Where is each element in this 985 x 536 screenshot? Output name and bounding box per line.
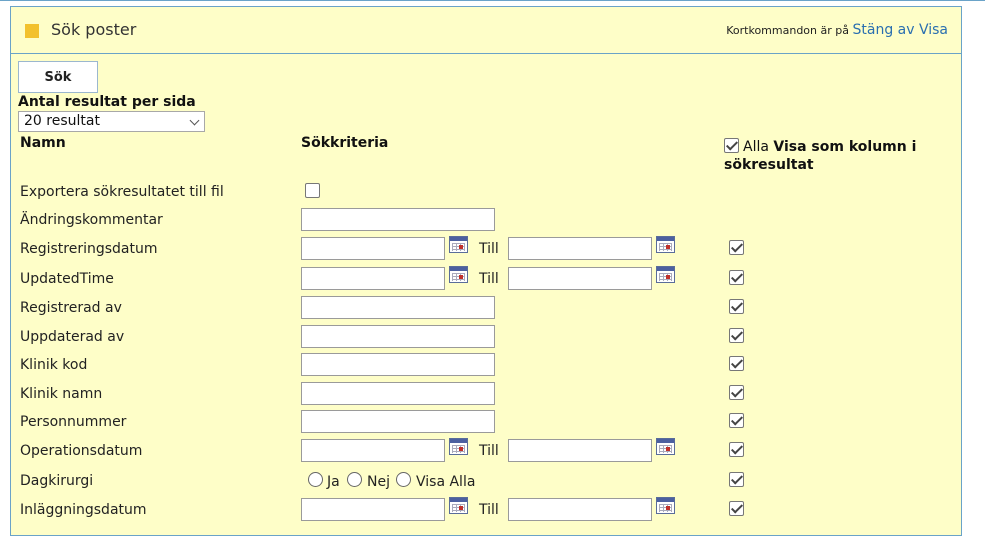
radio-ja[interactable] — [308, 472, 323, 487]
panel-square-icon — [25, 24, 39, 38]
row-label: Personnummer — [20, 414, 127, 430]
show-column-checkbox[interactable] — [729, 442, 744, 457]
registration-date-to-input[interactable] — [508, 237, 652, 260]
row-label: Klinik kod — [20, 357, 88, 373]
radio-ja-label: Ja — [327, 474, 340, 490]
row-label: Registrerad av — [20, 300, 122, 316]
calendar-icon[interactable] — [449, 266, 468, 283]
row-label: Dagkirurgi — [20, 473, 94, 489]
admission-date-from-input[interactable] — [301, 498, 445, 521]
change-comment-input[interactable] — [301, 208, 495, 231]
updated-by-input[interactable] — [301, 325, 495, 348]
row-label: Ändringskommentar — [20, 212, 163, 228]
shortcut-toggle-link[interactable]: Stäng av Visa — [852, 22, 948, 38]
row-export: Exportera sökresultatet till fil — [11, 179, 961, 207]
row-label: UpdatedTime — [20, 271, 114, 287]
row-updated-time: UpdatedTime Till — [11, 266, 961, 294]
shortcut-info: Kortkommandon är på Stäng av Visa — [726, 22, 948, 38]
row-personal-number: Personnummer — [11, 409, 961, 437]
show-column-checkbox[interactable] — [729, 472, 744, 487]
till-label: Till — [479, 443, 499, 459]
clinic-code-input[interactable] — [301, 353, 495, 376]
radio-nej-label: Nej — [367, 474, 390, 490]
calendar-icon[interactable] — [656, 266, 675, 283]
row-clinic-code: Klinik kod — [11, 352, 961, 380]
results-per-page-label: Antal resultat per sida — [18, 94, 196, 110]
show-all-checkbox[interactable] — [724, 138, 739, 153]
row-operation-date: Operationsdatum Till — [11, 438, 961, 466]
export-checkbox[interactable] — [305, 183, 320, 198]
column-header-name: Namn — [20, 135, 66, 151]
row-label: Operationsdatum — [20, 443, 143, 459]
registered-by-input[interactable] — [301, 296, 495, 319]
row-clinic-name: Klinik namn — [11, 381, 961, 409]
search-panel: Sök poster Kortkommandon är på Stäng av … — [10, 6, 962, 536]
show-column-checkbox[interactable] — [729, 299, 744, 314]
search-button[interactable]: Sök — [18, 61, 98, 93]
personal-number-input[interactable] — [301, 410, 495, 433]
row-label: Registreringsdatum — [20, 241, 158, 257]
column-header-criteria: Sökkriteria — [301, 135, 389, 151]
operation-date-to-input[interactable] — [508, 439, 652, 462]
till-label: Till — [479, 502, 499, 518]
row-label: Inläggningsdatum — [20, 502, 147, 518]
clinic-name-input[interactable] — [301, 382, 495, 405]
show-column-checkbox[interactable] — [729, 270, 744, 285]
chevron-down-icon — [189, 115, 200, 126]
row-label: Exportera sökresultatet till fil — [20, 184, 224, 200]
row-registration-date: Registreringsdatum Till — [11, 236, 961, 264]
row-admission-date: Inläggningsdatum Till — [11, 497, 961, 525]
radio-visa-alla-label: Visa Alla — [416, 474, 476, 490]
updated-time-to-input[interactable] — [508, 267, 652, 290]
calendar-icon[interactable] — [449, 236, 468, 253]
shortcut-prefix: Kortkommandon är på — [726, 24, 849, 37]
radio-nej[interactable] — [347, 472, 362, 487]
calendar-icon[interactable] — [656, 438, 675, 455]
row-label: Uppdaterad av — [20, 329, 125, 345]
show-column-checkbox[interactable] — [729, 413, 744, 428]
panel-header: Sök poster Kortkommandon är på Stäng av … — [11, 7, 961, 54]
till-label: Till — [479, 271, 499, 287]
calendar-icon[interactable] — [449, 497, 468, 514]
calendar-icon[interactable] — [449, 438, 468, 455]
show-column-checkbox[interactable] — [729, 356, 744, 371]
row-change-comment: Ändringskommentar — [11, 207, 961, 235]
registration-date-from-input[interactable] — [301, 237, 445, 260]
calendar-icon[interactable] — [656, 236, 675, 253]
row-updated-by: Uppdaterad av — [11, 324, 961, 352]
results-per-page-value: 20 resultat — [24, 113, 100, 129]
show-column-checkbox[interactable] — [729, 501, 744, 516]
show-column-checkbox[interactable] — [729, 240, 744, 255]
calendar-icon[interactable] — [656, 497, 675, 514]
top-border-line — [0, 0, 985, 1]
results-per-page-select[interactable]: 20 resultat — [18, 111, 205, 132]
radio-visa-alla[interactable] — [396, 472, 411, 487]
show-column-checkbox[interactable] — [729, 385, 744, 400]
show-all-columns-header: Alla Visa som kolumn i sökresultat — [724, 138, 934, 174]
operation-date-from-input[interactable] — [301, 439, 445, 462]
row-label: Klinik namn — [20, 386, 103, 402]
show-all-label: Alla — [743, 139, 769, 155]
panel-title: Sök poster — [51, 20, 137, 39]
updated-time-from-input[interactable] — [301, 267, 445, 290]
row-registered-by: Registrerad av — [11, 295, 961, 323]
row-day-surgery: Dagkirurgi Ja Nej Visa Alla — [11, 468, 961, 496]
show-column-checkbox[interactable] — [729, 328, 744, 343]
admission-date-to-input[interactable] — [508, 498, 652, 521]
till-label: Till — [479, 241, 499, 257]
